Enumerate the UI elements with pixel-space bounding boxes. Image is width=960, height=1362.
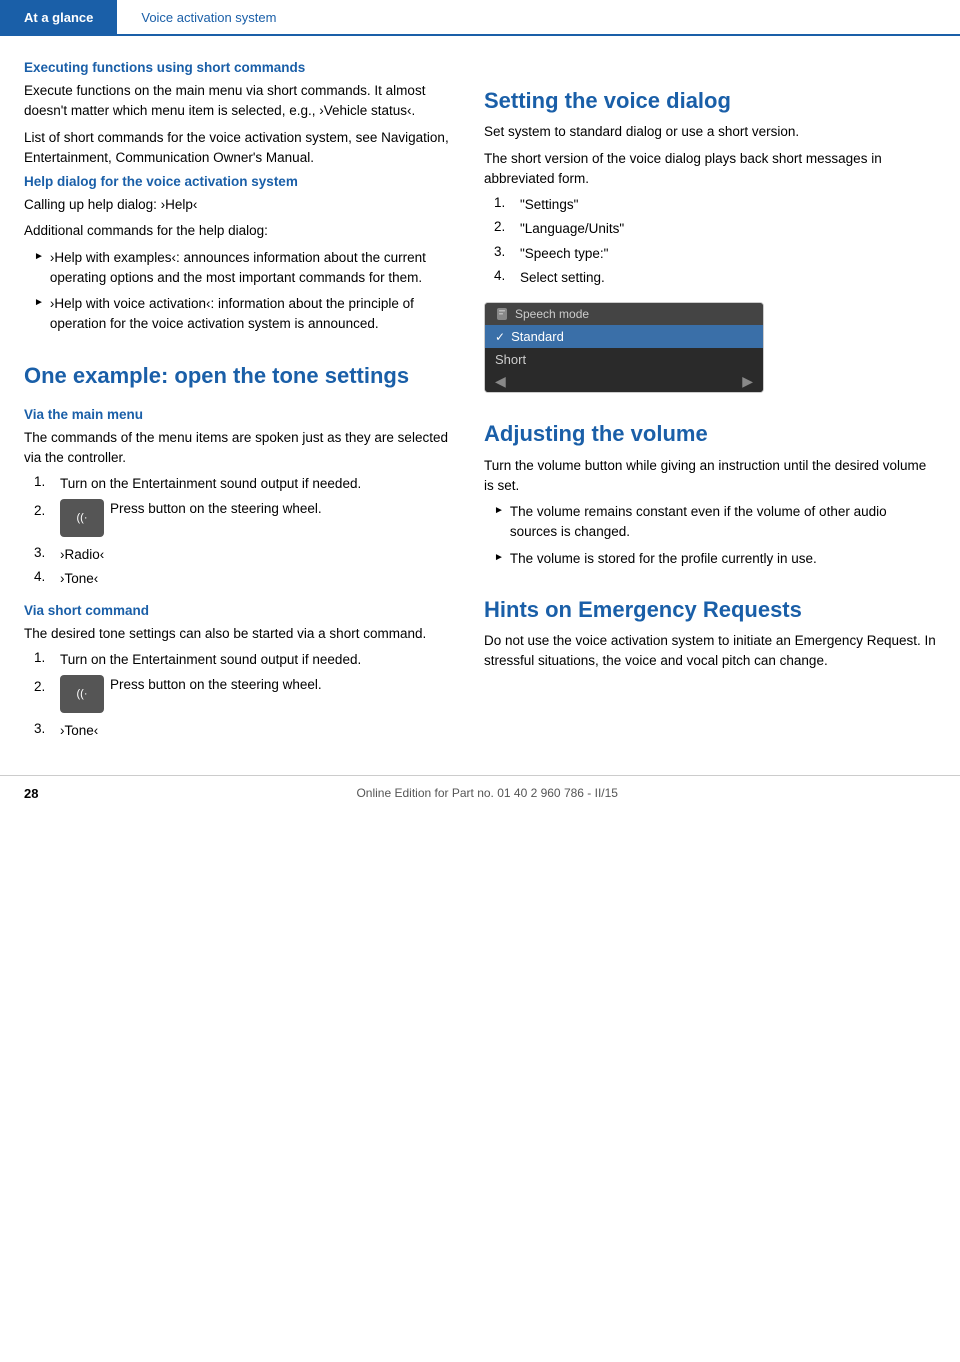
volume-bullet2-text: The volume is stored for the profile cur… bbox=[510, 549, 817, 569]
voice-step2-text: "Language/Units" bbox=[520, 219, 624, 239]
nav-left-arrow-icon: ◀ bbox=[495, 373, 506, 390]
section-one-example: One example: open the tone settings Via … bbox=[24, 363, 454, 741]
step5-number: 1. bbox=[34, 650, 52, 665]
speech-mode-short: Short bbox=[485, 348, 763, 371]
heading-adjusting-volume: Adjusting the volume bbox=[484, 421, 936, 447]
help-dialog-bullet1: ► ›Help with examples‹: announces inform… bbox=[24, 248, 454, 289]
via-main-menu-para: The commands of the menu items are spoke… bbox=[24, 428, 454, 469]
right-column: Setting the voice dialog Set system to s… bbox=[484, 60, 936, 745]
emergency-para1: Do not use the voice activation system t… bbox=[484, 631, 936, 672]
section-hints-emergency: Hints on Emergency Requests Do not use t… bbox=[484, 597, 936, 672]
executing-functions-para1: Execute functions on the main menu via s… bbox=[24, 81, 454, 122]
help-dialog-bullet2-text: ›Help with voice activation‹: informatio… bbox=[50, 294, 454, 335]
voice-step1: 1. "Settings" bbox=[484, 195, 936, 215]
bullet-arrow-volume2-icon: ► bbox=[494, 552, 504, 563]
main-content: Executing functions using short commands… bbox=[0, 36, 960, 745]
voice-step2-num: 2. bbox=[494, 219, 512, 234]
step-1-main: 1. Turn on the Entertainment sound outpu… bbox=[24, 474, 454, 494]
speech-mode-icon bbox=[495, 307, 509, 321]
section-adjusting-volume: Adjusting the volume Turn the volume but… bbox=[484, 421, 936, 569]
voice-step1-num: 1. bbox=[494, 195, 512, 210]
step6-text: Press button on the steering wheel. bbox=[110, 675, 322, 695]
step1-text: Turn on the Entertainment sound output i… bbox=[60, 474, 361, 494]
step-1-short: 1. Turn on the Entertainment sound outpu… bbox=[24, 650, 454, 670]
step6-number: 2. bbox=[34, 675, 52, 694]
heading-setting-voice-dialog: Setting the voice dialog bbox=[484, 88, 936, 114]
nav-right-arrow-icon: ▶ bbox=[742, 373, 753, 390]
step4-number: 4. bbox=[34, 569, 52, 584]
step7-number: 3. bbox=[34, 721, 52, 736]
step2-number: 2. bbox=[34, 499, 52, 518]
checkmark-icon: ✓ bbox=[495, 330, 505, 344]
step-2-main: 2. Press button on the steering wheel. bbox=[24, 499, 454, 537]
step-3-main: 3. ›Radio‹ bbox=[24, 545, 454, 565]
steering-wheel-button-icon-2 bbox=[60, 675, 104, 713]
volume-bullet1-text: The volume remains constant even if the … bbox=[510, 502, 936, 543]
via-short-command-para: The desired tone settings can also be st… bbox=[24, 624, 454, 644]
step-3-short: 3. ›Tone‹ bbox=[24, 721, 454, 741]
executing-functions-para2: List of short commands for the voice act… bbox=[24, 128, 454, 169]
step2-text: Press button on the steering wheel. bbox=[110, 499, 322, 519]
speech-mode-screenshot: Speech mode ✓ Standard Short ◀ ▶ bbox=[484, 302, 764, 393]
step-4-main: 4. ›Tone‹ bbox=[24, 569, 454, 589]
bullet-arrow-volume1-icon: ► bbox=[494, 505, 504, 516]
voice-step4-text: Select setting. bbox=[520, 268, 605, 288]
left-column: Executing functions using short commands… bbox=[24, 60, 454, 745]
step7-text: ›Tone‹ bbox=[60, 721, 98, 741]
step4-text: ›Tone‹ bbox=[60, 569, 98, 589]
voice-step3-num: 3. bbox=[494, 244, 512, 259]
help-dialog-bullet1-text: ›Help with examples‹: announces informat… bbox=[50, 248, 454, 289]
page-footer: 28 Online Edition for Part no. 01 40 2 9… bbox=[0, 775, 960, 811]
page-number: 28 bbox=[24, 786, 38, 801]
speech-mode-title: Speech mode bbox=[515, 307, 589, 321]
tab-at-a-glance[interactable]: At a glance bbox=[0, 0, 117, 34]
page-header: At a glance Voice activation system bbox=[0, 0, 960, 36]
voice-dialog-para2: The short version of the voice dialog pl… bbox=[484, 149, 936, 190]
steering-wheel-button-icon bbox=[60, 499, 104, 537]
step1-number: 1. bbox=[34, 474, 52, 489]
step-2-short: 2. Press button on the steering wheel. bbox=[24, 675, 454, 713]
voice-step3: 3. "Speech type:" bbox=[484, 244, 936, 264]
voice-dialog-para1: Set system to standard dialog or use a s… bbox=[484, 122, 936, 142]
bullet-arrow-icon: ► bbox=[34, 297, 44, 308]
footer-center-text: Online Edition for Part no. 01 40 2 960 … bbox=[356, 786, 618, 800]
speech-mode-standard: ✓ Standard bbox=[485, 325, 763, 348]
heading-executing-functions: Executing functions using short commands bbox=[24, 60, 454, 75]
tab-voice-activation[interactable]: Voice activation system bbox=[117, 0, 300, 34]
speech-mode-navigation: ◀ ▶ bbox=[485, 371, 763, 392]
help-dialog-bullet2: ► ›Help with voice activation‹: informat… bbox=[24, 294, 454, 335]
bullet-arrow-icon: ► bbox=[34, 251, 44, 262]
heading-one-example: One example: open the tone settings bbox=[24, 363, 454, 389]
step5-text: Turn on the Entertainment sound output i… bbox=[60, 650, 361, 670]
section-executing-functions: Executing functions using short commands… bbox=[24, 60, 454, 168]
speech-mode-short-label: Short bbox=[495, 352, 526, 367]
help-dialog-para2: Additional commands for the help dialog: bbox=[24, 221, 454, 241]
heading-via-short-command: Via short command bbox=[24, 603, 454, 618]
volume-bullet2: ► The volume is stored for the profile c… bbox=[484, 549, 936, 569]
heading-help-dialog: Help dialog for the voice activation sys… bbox=[24, 174, 454, 189]
voice-step1-text: "Settings" bbox=[520, 195, 578, 215]
voice-step3-text: "Speech type:" bbox=[520, 244, 608, 264]
speech-mode-standard-label: Standard bbox=[511, 329, 564, 344]
voice-step2: 2. "Language/Units" bbox=[484, 219, 936, 239]
section-help-dialog: Help dialog for the voice activation sys… bbox=[24, 174, 454, 335]
volume-bullet1: ► The volume remains constant even if th… bbox=[484, 502, 936, 543]
help-dialog-para1: Calling up help dialog: ›Help‹ bbox=[24, 195, 454, 215]
step3-number: 3. bbox=[34, 545, 52, 560]
step3-text: ›Radio‹ bbox=[60, 545, 104, 565]
voice-step4: 4. Select setting. bbox=[484, 268, 936, 288]
heading-hints-emergency: Hints on Emergency Requests bbox=[484, 597, 936, 623]
volume-para1: Turn the volume button while giving an i… bbox=[484, 456, 936, 497]
section-setting-voice-dialog: Setting the voice dialog Set system to s… bbox=[484, 88, 936, 393]
heading-via-main-menu: Via the main menu bbox=[24, 407, 454, 422]
speech-mode-header: Speech mode bbox=[485, 303, 763, 325]
voice-step4-num: 4. bbox=[494, 268, 512, 283]
